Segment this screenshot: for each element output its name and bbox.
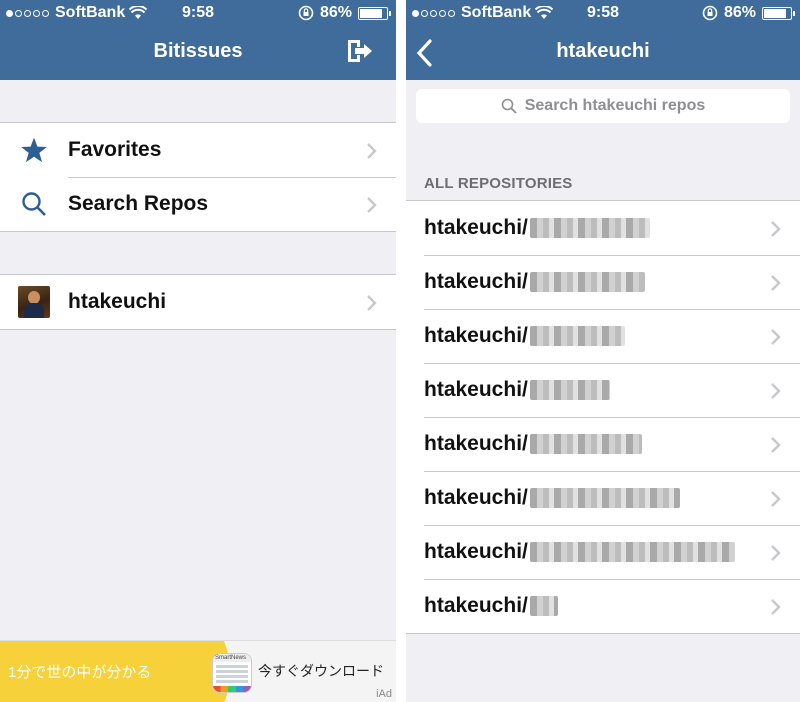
section-header: ALL REPOSITORIES <box>424 175 573 192</box>
repo-owner-prefix: htakeuchi/ <box>424 270 528 293</box>
account-row[interactable]: htakeuchi <box>0 275 396 329</box>
battery-percent: 86% <box>319 4 352 21</box>
repo-owner-prefix: htakeuchi/ <box>424 324 528 347</box>
repo-row[interactable]: htakeuchi/ <box>406 309 800 363</box>
chevron-right-icon <box>771 221 781 237</box>
repo-owner-prefix: htakeuchi/ <box>424 594 528 617</box>
repo-owner-prefix: htakeuchi/ <box>424 486 528 509</box>
chevron-right-icon <box>771 491 781 507</box>
chevron-right-icon <box>367 143 377 159</box>
repo-row[interactable]: htakeuchi/ <box>406 579 800 633</box>
search-repos-label: Search Repos <box>68 192 209 215</box>
repo-owner-prefix: htakeuchi/ <box>424 378 528 401</box>
repo-row[interactable]: htakeuchi/ <box>406 525 800 579</box>
redacted-repo-name <box>529 542 735 562</box>
repo-owner-prefix: htakeuchi/ <box>424 540 528 563</box>
redacted-repo-name <box>529 326 625 346</box>
chevron-right-icon <box>771 329 781 345</box>
iad-badge: iAd <box>376 688 392 700</box>
ad-tagline: 1分で世の中が分かる <box>8 664 152 681</box>
battery-icon <box>762 6 795 20</box>
navigation-bar: SoftBank 9:58 86% Bitissues <box>0 0 396 80</box>
page-title: htakeuchi <box>556 40 650 62</box>
repo-row[interactable]: htakeuchi/ <box>406 417 800 471</box>
redacted-repo-name <box>529 272 645 292</box>
redacted-repo-name <box>529 380 610 400</box>
repository-list: htakeuchi/htakeuchi/htakeuchi/htakeuchi/… <box>406 200 800 634</box>
smartnews-app-icon: SmartNews <box>212 653 252 693</box>
status-bar: SoftBank 9:58 86% <box>0 0 396 28</box>
repo-owner-prefix: htakeuchi/ <box>424 432 528 455</box>
account-username: htakeuchi <box>68 290 167 313</box>
favorites-label: Favorites <box>68 138 162 161</box>
magnifier-icon <box>22 192 46 216</box>
chevron-right-icon <box>771 275 781 291</box>
chevron-right-icon <box>771 599 781 615</box>
favorites-row[interactable]: Favorites <box>0 123 396 177</box>
user-repos-screen: SoftBank 9:58 86% htakeuchi Search htake… <box>406 0 800 702</box>
chevron-right-icon <box>771 545 781 561</box>
star-icon <box>21 137 47 162</box>
repo-row[interactable]: htakeuchi/ <box>406 471 800 525</box>
repo-row[interactable]: htakeuchi/ <box>406 363 800 417</box>
search-icon <box>501 98 517 114</box>
menu-group: Favorites Search Repos <box>0 122 396 232</box>
chevron-right-icon <box>367 197 377 213</box>
battery-percent: 86% <box>723 4 756 21</box>
battery-icon <box>358 6 391 20</box>
account-group: htakeuchi <box>0 274 396 330</box>
bitissues-home-screen: SoftBank 9:58 86% Bitissues Favorites Se… <box>0 0 396 702</box>
logout-button[interactable] <box>346 38 374 64</box>
redacted-repo-name <box>529 434 642 454</box>
repo-owner-prefix: htakeuchi/ <box>424 216 528 239</box>
ad-app-name: SmartNews <box>213 654 251 662</box>
status-bar: SoftBank 9:58 86% <box>406 0 800 28</box>
redacted-repo-name <box>529 488 680 508</box>
logout-icon <box>348 40 372 62</box>
chevron-right-icon <box>367 295 377 311</box>
navigation-bar: SoftBank 9:58 86% htakeuchi <box>406 0 800 80</box>
redacted-repo-name <box>529 596 558 616</box>
ad-download-cta: 今すぐダウンロード <box>258 663 384 679</box>
repo-row[interactable]: htakeuchi/ <box>406 255 800 309</box>
chevron-right-icon <box>771 383 781 399</box>
search-placeholder: Search htakeuchi repos <box>524 97 706 114</box>
iad-banner[interactable]: 1分で世の中が分かる SmartNews 今すぐダウンロード iAd <box>0 640 396 702</box>
rotation-lock-icon <box>298 5 314 21</box>
chevron-right-icon <box>771 437 781 453</box>
repo-row[interactable]: htakeuchi/ <box>406 201 800 255</box>
search-repos-row[interactable]: Search Repos <box>0 177 396 231</box>
avatar <box>18 286 50 318</box>
page-title: Bitissues <box>153 40 243 62</box>
rotation-lock-icon <box>702 5 718 21</box>
repo-search-input[interactable]: Search htakeuchi repos <box>416 89 790 123</box>
redacted-repo-name <box>529 218 650 238</box>
